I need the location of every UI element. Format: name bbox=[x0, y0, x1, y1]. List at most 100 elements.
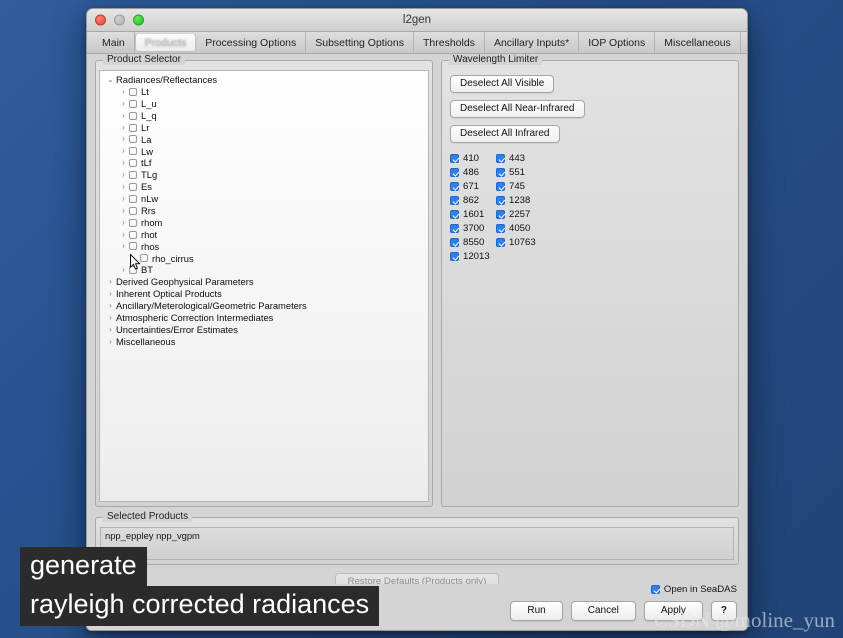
product-checkbox[interactable] bbox=[129, 123, 137, 132]
wavelength-checkbox-486[interactable] bbox=[450, 168, 459, 177]
chevron-right-icon[interactable]: › bbox=[105, 337, 116, 346]
wavelength-item-2257[interactable]: 2257 bbox=[496, 209, 730, 220]
wavelength-checkbox-551[interactable] bbox=[496, 168, 505, 177]
chevron-right-icon[interactable]: › bbox=[118, 159, 129, 167]
product-checkbox[interactable] bbox=[129, 135, 137, 144]
tree-item[interactable]: › Derived Geophysical Parameters bbox=[102, 276, 428, 288]
chevron-right-icon[interactable]: › bbox=[118, 87, 129, 96]
selected-products-value[interactable]: npp_eppley npp_vgpm bbox=[100, 527, 734, 560]
deselect-all-near-infrared-button[interactable]: Deselect All Near-Infrared bbox=[450, 100, 585, 118]
product-checkbox[interactable] bbox=[129, 218, 137, 227]
wavelength-checkbox-2257[interactable] bbox=[496, 210, 505, 219]
chevron-right-icon[interactable]: › bbox=[118, 123, 129, 132]
wavelength-item-745[interactable]: 745 bbox=[496, 181, 730, 192]
tab-ancillary-inputs[interactable]: Ancillary Inputs* bbox=[485, 32, 580, 53]
product-checkbox[interactable] bbox=[129, 147, 137, 156]
product-tree[interactable]: ⌄ Radiances/Reflectances › Lt › L_u › L_q › Lr › La… bbox=[99, 70, 429, 502]
apply-button[interactable]: Apply bbox=[643, 601, 703, 621]
tree-item[interactable]: › L_q bbox=[102, 110, 428, 122]
open-in-seadas-checkbox[interactable] bbox=[650, 585, 660, 594]
close-window-icon[interactable] bbox=[95, 14, 106, 26]
wavelength-checkbox-443[interactable] bbox=[496, 154, 505, 163]
wavelength-checkbox-671[interactable] bbox=[450, 182, 459, 191]
tree-item[interactable]: ⌄ Radiances/Reflectances bbox=[102, 74, 428, 86]
tree-item[interactable]: › tLf bbox=[102, 157, 428, 169]
tree-item[interactable]: › Atmospheric Correction Intermediates bbox=[102, 312, 428, 324]
minimize-window-icon[interactable] bbox=[114, 14, 125, 26]
wavelength-item-486[interactable]: 486 bbox=[450, 167, 496, 178]
chevron-right-icon[interactable]: › bbox=[118, 135, 129, 143]
wavelength-item-1601[interactable]: 1601 bbox=[450, 209, 496, 220]
tree-item[interactable]: › nLw bbox=[102, 193, 428, 205]
tab-main[interactable]: Main bbox=[93, 32, 135, 53]
tree-item[interactable]: › rhos bbox=[102, 240, 428, 252]
run-button[interactable]: Run bbox=[510, 601, 563, 621]
tree-item[interactable]: › rhot bbox=[102, 229, 428, 241]
tree-item[interactable]: › Lt bbox=[102, 86, 428, 98]
wavelength-item-8550[interactable]: 8550 bbox=[450, 237, 496, 248]
wavelength-checkbox-10763[interactable] bbox=[496, 238, 505, 247]
chevron-right-icon[interactable]: › bbox=[118, 99, 129, 108]
chevron-down-icon[interactable]: ⌄ bbox=[105, 75, 116, 84]
product-checkbox[interactable] bbox=[129, 111, 137, 120]
tree-item[interactable]: › rhom bbox=[102, 217, 428, 229]
tree-item[interactable]: › Es bbox=[102, 181, 428, 193]
tree-item[interactable]: rho_cirrus bbox=[102, 252, 428, 264]
zoom-window-icon[interactable] bbox=[133, 14, 144, 26]
cancel-button[interactable]: Cancel bbox=[570, 601, 636, 621]
product-checkbox[interactable] bbox=[129, 206, 137, 215]
tree-item[interactable]: › L_u bbox=[102, 98, 428, 110]
chevron-right-icon[interactable]: › bbox=[118, 171, 129, 179]
chevron-right-icon[interactable]: › bbox=[118, 266, 129, 274]
chevron-right-icon[interactable]: › bbox=[118, 194, 129, 203]
product-checkbox[interactable] bbox=[140, 254, 148, 263]
chevron-right-icon[interactable]: › bbox=[105, 313, 116, 322]
tree-item[interactable]: › Rrs bbox=[102, 205, 428, 217]
tab-miscellaneous[interactable]: Miscellaneous bbox=[655, 32, 741, 53]
tab-subsetting-options[interactable]: Subsetting Options bbox=[306, 32, 414, 53]
tab-calibration-options[interactable]: Calibration Options bbox=[741, 32, 747, 53]
product-checkbox[interactable] bbox=[129, 182, 137, 191]
wavelength-item-551[interactable]: 551 bbox=[496, 167, 730, 178]
wavelength-item-671[interactable]: 671 bbox=[450, 181, 496, 192]
wavelength-item-4050[interactable]: 4050 bbox=[496, 223, 730, 234]
product-checkbox[interactable] bbox=[129, 194, 137, 203]
wavelength-checkbox-1238[interactable] bbox=[496, 196, 505, 205]
tree-item[interactable]: › Ancillary/Meterological/Geometric Param… bbox=[102, 300, 428, 312]
wavelength-checkbox-3700[interactable] bbox=[450, 224, 459, 233]
tree-item[interactable]: › Miscellaneous bbox=[102, 336, 428, 348]
tree-item[interactable]: › Lw bbox=[102, 145, 428, 157]
product-checkbox[interactable] bbox=[129, 230, 137, 239]
wavelength-item-410[interactable]: 410 bbox=[450, 153, 496, 164]
wavelength-item-1238[interactable]: 1238 bbox=[496, 195, 730, 206]
open-in-seadas-row[interactable]: Open in SeaDAS bbox=[97, 584, 737, 595]
tree-item[interactable]: › BT bbox=[102, 264, 428, 276]
wavelength-item-10763[interactable]: 10763 bbox=[496, 237, 730, 248]
tab-thresholds[interactable]: Thresholds bbox=[414, 32, 485, 53]
wavelength-item-3700[interactable]: 3700 bbox=[450, 223, 496, 234]
product-checkbox[interactable] bbox=[129, 159, 137, 168]
wavelength-checkbox-1601[interactable] bbox=[450, 210, 459, 219]
product-checkbox[interactable] bbox=[129, 99, 137, 108]
tree-item[interactable]: › Uncertainties/Error Estimates bbox=[102, 324, 428, 336]
tree-item[interactable]: › La bbox=[102, 133, 428, 145]
tab-processing-options[interactable]: Processing Options bbox=[196, 32, 307, 53]
product-checkbox[interactable] bbox=[129, 266, 137, 275]
chevron-right-icon[interactable]: › bbox=[105, 278, 116, 286]
wavelength-checkbox-745[interactable] bbox=[496, 182, 505, 191]
chevron-right-icon[interactable]: › bbox=[118, 218, 129, 227]
chevron-right-icon[interactable]: › bbox=[118, 206, 129, 215]
chevron-right-icon[interactable]: › bbox=[118, 147, 129, 155]
chevron-right-icon[interactable]: › bbox=[105, 325, 116, 334]
chevron-right-icon[interactable]: › bbox=[118, 111, 129, 120]
wavelength-checkbox-4050[interactable] bbox=[496, 224, 505, 233]
chevron-right-icon[interactable]: › bbox=[105, 301, 116, 310]
deselect-all-infrared-button[interactable]: Deselect All Infrared bbox=[450, 125, 560, 143]
wavelength-checkbox-410[interactable] bbox=[450, 154, 459, 163]
chevron-right-icon[interactable]: › bbox=[105, 289, 116, 298]
chevron-right-icon[interactable]: › bbox=[118, 242, 129, 250]
tab-iop-options[interactable]: IOP Options bbox=[579, 32, 656, 53]
tree-item[interactable]: › Lr bbox=[102, 122, 428, 134]
wavelength-item-12013[interactable]: 12013 bbox=[450, 251, 496, 262]
wavelength-item-443[interactable]: 443 bbox=[496, 153, 730, 164]
